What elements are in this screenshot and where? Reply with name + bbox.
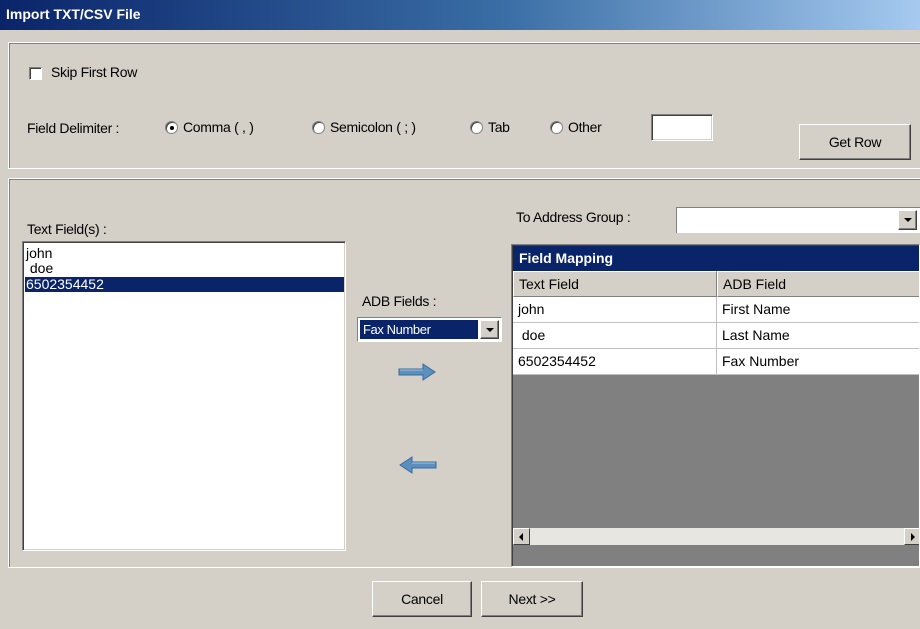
table-cell[interactable]: john [513,297,717,323]
options-panel [8,42,920,169]
list-item[interactable]: 6502354452 [25,277,344,292]
address-group-select[interactable] [676,207,920,233]
adb-fields-selected-value: Fax Number [360,320,478,339]
remove-mapping-button[interactable] [398,455,438,475]
tab-radio[interactable] [470,121,483,134]
chevron-down-icon[interactable] [898,210,917,230]
add-mapping-button[interactable] [397,362,437,382]
other-radio-label: Other [568,119,602,135]
other-radio[interactable] [550,121,563,134]
horizontal-scrollbar[interactable] [513,528,919,545]
table-cell[interactable]: First Name [717,297,919,323]
adb-fields-select[interactable]: Fax Number [357,317,502,342]
column-header-text-field[interactable]: Text Field [513,271,717,297]
arrow-right-icon [398,363,436,381]
field-mapping-title: Field Mapping [513,246,919,271]
semicolon-radio-label: Semicolon ( ; ) [330,119,416,135]
text-fields-list[interactable]: john doe 6502354452 [22,241,346,551]
table-cell[interactable]: doe [513,323,717,349]
cancel-button[interactable]: Cancel [372,581,472,617]
next-button[interactable]: Next >> [481,581,583,617]
adb-fields-label: ADB Fields : [362,293,437,309]
text-fields-label: Text Field(s) : [27,221,107,237]
scroll-left-icon[interactable] [513,528,530,545]
other-delimiter-input[interactable] [651,114,713,141]
list-item[interactable]: doe [25,261,344,276]
column-header-adb-field[interactable]: ADB Field [717,271,919,297]
title-bar[interactable]: Import TXT/CSV File [0,0,920,30]
field-delimiter-label: Field Delimiter : [27,120,120,136]
address-group-label: To Address Group : [516,209,631,225]
field-mapping-grid[interactable]: Field Mapping Text Field ADB Field john … [511,244,920,567]
comma-radio-label: Comma ( , ) [183,119,254,135]
table-cell[interactable]: 6502354452 [513,349,717,375]
chevron-down-icon[interactable] [480,320,499,339]
skip-first-row-label: Skip First Row [51,64,138,80]
window-title: Import TXT/CSV File [6,6,141,22]
semicolon-radio[interactable] [312,121,325,134]
arrow-left-icon [399,456,437,474]
table-cell[interactable]: Last Name [717,323,919,349]
get-row-button[interactable]: Get Row [799,124,911,160]
table-cell[interactable]: Fax Number [717,349,919,375]
skip-first-row-checkbox[interactable] [29,67,42,80]
comma-radio[interactable] [165,121,178,134]
scroll-right-icon[interactable] [904,528,919,545]
tab-radio-label: Tab [488,119,510,135]
list-item[interactable]: john [25,246,344,261]
